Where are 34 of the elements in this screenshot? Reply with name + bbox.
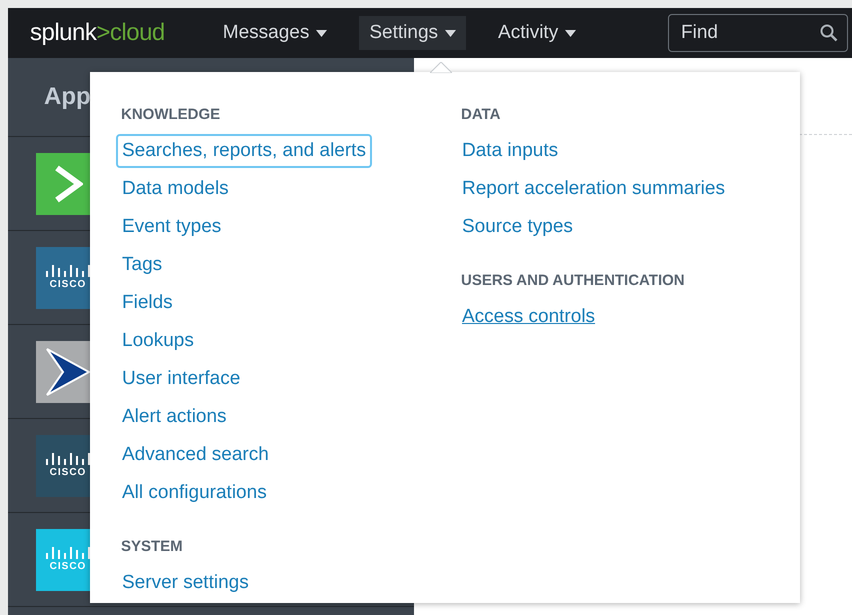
nav-menu[interactable]: Messages [212, 16, 338, 50]
section-heading: DATA [460, 106, 502, 123]
search-icon [820, 24, 838, 42]
menu-link[interactable]: Searches, reports, and alerts [116, 134, 372, 168]
menu-link[interactable]: Lookups [116, 324, 200, 358]
menu-link[interactable]: Report acceleration summaries [456, 172, 731, 206]
logo-text: CISCO [50, 467, 86, 478]
caret-icon [565, 30, 576, 36]
chevron-icon [53, 164, 83, 204]
menu-link[interactable]: Tags [116, 248, 168, 282]
menu-link[interactable]: Access controls [456, 300, 602, 334]
caret-icon [316, 30, 328, 36]
logo-text: CISCO [50, 279, 86, 290]
menu-link[interactable]: Server settings [116, 566, 255, 600]
menu-link[interactable]: User interface [116, 362, 246, 396]
menu-link[interactable]: Data inputs [456, 134, 564, 168]
search-field[interactable]: Find [668, 14, 848, 52]
section-heading: SYSTEM [120, 538, 184, 555]
logo-text: CISCO [50, 561, 86, 572]
menu-link[interactable]: Alert actions [116, 400, 233, 434]
logo-accent-text: >cloud [96, 19, 165, 47]
section-heading: USERS AND AUTHENTICATION [460, 272, 686, 289]
menu-link[interactable]: Event types [116, 210, 228, 244]
section-heading: KNOWLEDGE [120, 106, 222, 123]
menu-link[interactable]: Fields [116, 286, 179, 320]
caret-icon [445, 30, 456, 36]
menu-link[interactable]: Advanced search [116, 438, 275, 472]
nav-menu[interactable]: Settings [359, 16, 466, 50]
nav-menu[interactable]: Activity [488, 16, 586, 50]
menu-link[interactable]: Data models [116, 172, 235, 206]
sidebar-heading: App [44, 83, 91, 111]
menu-link[interactable]: All configurations [116, 476, 273, 510]
menu-link[interactable]: Source types [456, 210, 579, 244]
logo-text: splunk [30, 19, 96, 47]
